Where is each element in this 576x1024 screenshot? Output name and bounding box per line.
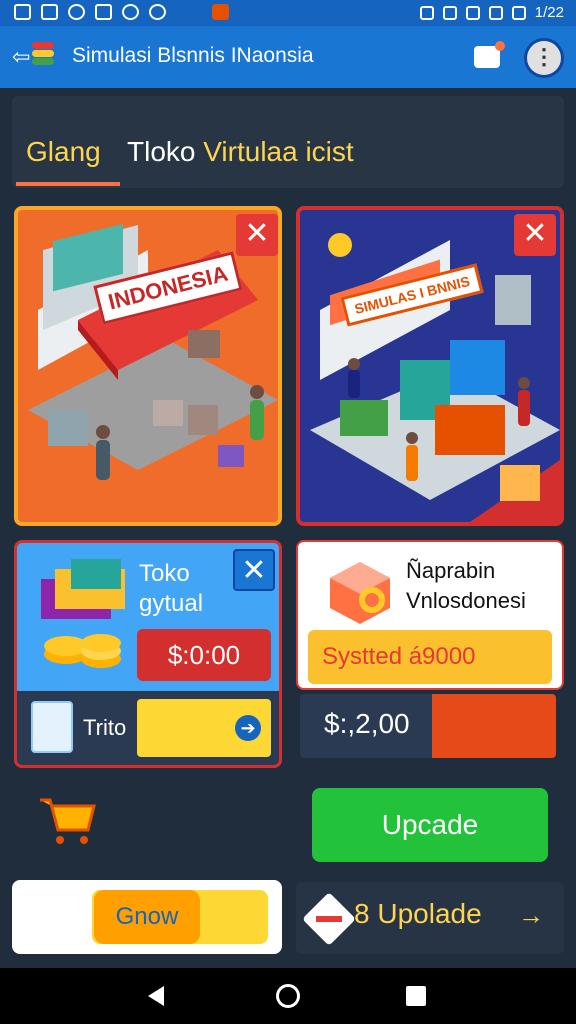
shop-indonesia-card[interactable]: INDONESIA ✕ xyxy=(14,206,282,526)
balance-action[interactable] xyxy=(432,694,556,758)
calendar-icon xyxy=(95,4,112,20)
tab-glang[interactable]: Glang xyxy=(26,136,101,168)
upload-text: Upolade xyxy=(377,898,482,929)
notification-icons xyxy=(14,4,229,20)
wifi-icon xyxy=(488,5,503,20)
close-icon[interactable]: ✕ xyxy=(233,549,275,591)
tab-panel: Glang Tloko Virtulaa icist xyxy=(12,96,564,188)
app-logo-icon xyxy=(32,42,54,70)
bluetooth-icon xyxy=(419,5,434,20)
balance-card: $:,2,00 xyxy=(300,694,556,758)
package-icon xyxy=(330,562,390,624)
toko-virtual-title: Toko gytual xyxy=(139,559,203,619)
store-illustration xyxy=(310,233,560,522)
gallery-icon xyxy=(14,4,31,20)
coins-illustration xyxy=(41,559,125,668)
tab-toko-accent: Virtulaa icist xyxy=(203,136,354,167)
close-icon[interactable]: ✕ xyxy=(236,214,278,256)
tab-toko-label: Tloko xyxy=(127,136,196,167)
system-icons: 1/22 xyxy=(419,4,564,21)
more-options-icon[interactable]: ⋮ xyxy=(524,38,564,78)
nav-recents-icon[interactable] xyxy=(406,986,426,1006)
napprabin-title-line1: Ñaprabin xyxy=(406,558,496,583)
price-tag[interactable]: $:0:00 xyxy=(137,629,271,681)
vibrate-icon xyxy=(442,5,457,20)
system-price-button[interactable]: Systted á9000 xyxy=(308,630,552,684)
tab-toko-virtual[interactable]: Tloko Virtulaa icist xyxy=(127,136,354,168)
napprabin-title: Ñaprabin Vnlosdonesi xyxy=(406,556,526,616)
arrow-right-icon: ➔ xyxy=(235,715,261,741)
nav-back-icon[interactable] xyxy=(148,986,164,1006)
image-icon xyxy=(41,4,58,20)
upload-prefix: 8 xyxy=(354,898,370,929)
napprabin-card[interactable]: Ñaprabin Vnlosdonesi Systted á9000 xyxy=(296,540,564,690)
balance-amount: $:,2,00 xyxy=(324,708,410,740)
app-notification-icon xyxy=(212,4,229,20)
sync-icon xyxy=(68,4,85,20)
status-bar: 1/22 xyxy=(0,0,576,26)
go-button[interactable]: ➔ xyxy=(137,699,271,757)
signal-icon xyxy=(511,5,526,20)
alarm-icon xyxy=(465,5,480,20)
shop-illustration xyxy=(28,223,278,480)
app-bar: ⇦ Simulasi Blsnnis INaonsia ⋮ xyxy=(0,26,576,88)
footer-label: Trito xyxy=(83,715,127,740)
upgrade-button[interactable]: Upcade xyxy=(312,788,548,862)
shopping-cart-icon[interactable] xyxy=(38,792,98,848)
plane-icon xyxy=(302,892,356,946)
upload-label: 8 Upolade xyxy=(354,898,482,930)
toko-footer: Trito ➔ xyxy=(17,691,279,765)
sim-store-card[interactable]: SIMULAS I BNNIS ✕ xyxy=(296,206,564,526)
upload-panel[interactable]: 8 Upolade → xyxy=(296,882,564,954)
toko-title-line2: gytual xyxy=(139,590,204,617)
nav-home-icon[interactable] xyxy=(276,984,300,1008)
grow-panel: Gnow xyxy=(12,880,282,954)
toko-virtual-card[interactable]: Toko gytual ✕ $:0:00 Trito ➔ xyxy=(14,540,282,768)
grow-button[interactable]: Gnow xyxy=(94,890,200,944)
balance-amount-text: $:,2,00 xyxy=(324,708,410,739)
upload-arrow-icon: → xyxy=(518,900,544,930)
building-icon xyxy=(31,701,73,753)
settings-icon xyxy=(149,4,166,20)
toko-title-line1: Toko xyxy=(139,560,190,587)
notification-bell-icon[interactable] xyxy=(474,41,505,68)
active-tab-indicator xyxy=(16,182,120,186)
close-icon[interactable]: ✕ xyxy=(514,214,556,256)
clock-icon xyxy=(122,4,139,20)
status-time: 1/22 xyxy=(534,4,564,21)
navigation-bar xyxy=(0,968,576,1024)
app-title: Simulasi Blsnnis INaonsia xyxy=(72,44,314,67)
napprabin-title-line2: Vnlosdonesi xyxy=(406,588,526,613)
